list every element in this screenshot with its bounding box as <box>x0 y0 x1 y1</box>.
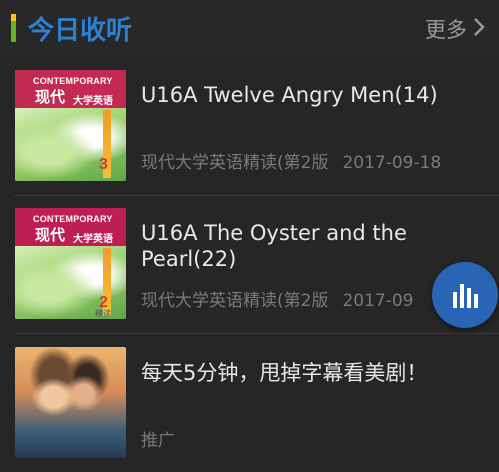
section-header: 今日收听 更多 <box>0 0 499 58</box>
more-link[interactable]: 更多 <box>425 14 485 44</box>
book-cover-thumbnail: CONTEMPORARY 现代 大学英语 2 精读 <box>15 208 126 319</box>
item-title: U16A Twelve Angry Men(14) <box>141 83 438 107</box>
section-title: 今日收听 <box>28 16 133 46</box>
list-item[interactable]: CONTEMPORARY 现代 大学英语 2 精读 U16A The Oyste… <box>0 196 499 334</box>
item-source: 现代大学英语精读(第2版 <box>141 153 329 173</box>
audio-bars-icon <box>453 284 478 308</box>
item-meta: 现代大学英语精读(第2版 2017-09-18 <box>141 148 441 173</box>
item-title: U16A The Oyster and the Pearl(22) <box>141 221 407 271</box>
item-date: 2017-09 <box>342 291 414 311</box>
item-source: 推广 <box>141 431 175 451</box>
item-title: 每天5分钟，甩掉字幕看美剧！ <box>141 361 428 385</box>
audio-player-button[interactable] <box>432 262 498 328</box>
more-label: 更多 <box>425 18 467 42</box>
item-meta: 现代大学英语精读(第2版 2017-09 <box>141 286 413 311</box>
item-date: 2017-09-18 <box>342 153 442 173</box>
list-item[interactable]: CONTEMPORARY 现代 大学英语 3 U16A Twelve Angry… <box>0 58 499 196</box>
accent-bar <box>11 14 16 42</box>
promo-photo-thumbnail <box>15 347 126 458</box>
book-cover-thumbnail: CONTEMPORARY 现代 大学英语 3 <box>15 70 126 181</box>
chevron-right-icon <box>473 17 485 42</box>
list-item[interactable]: 每天5分钟，甩掉字幕看美剧！ 推广 <box>0 334 499 472</box>
item-source: 现代大学英语精读(第2版 <box>141 291 329 311</box>
item-meta: 推广 <box>141 426 175 451</box>
